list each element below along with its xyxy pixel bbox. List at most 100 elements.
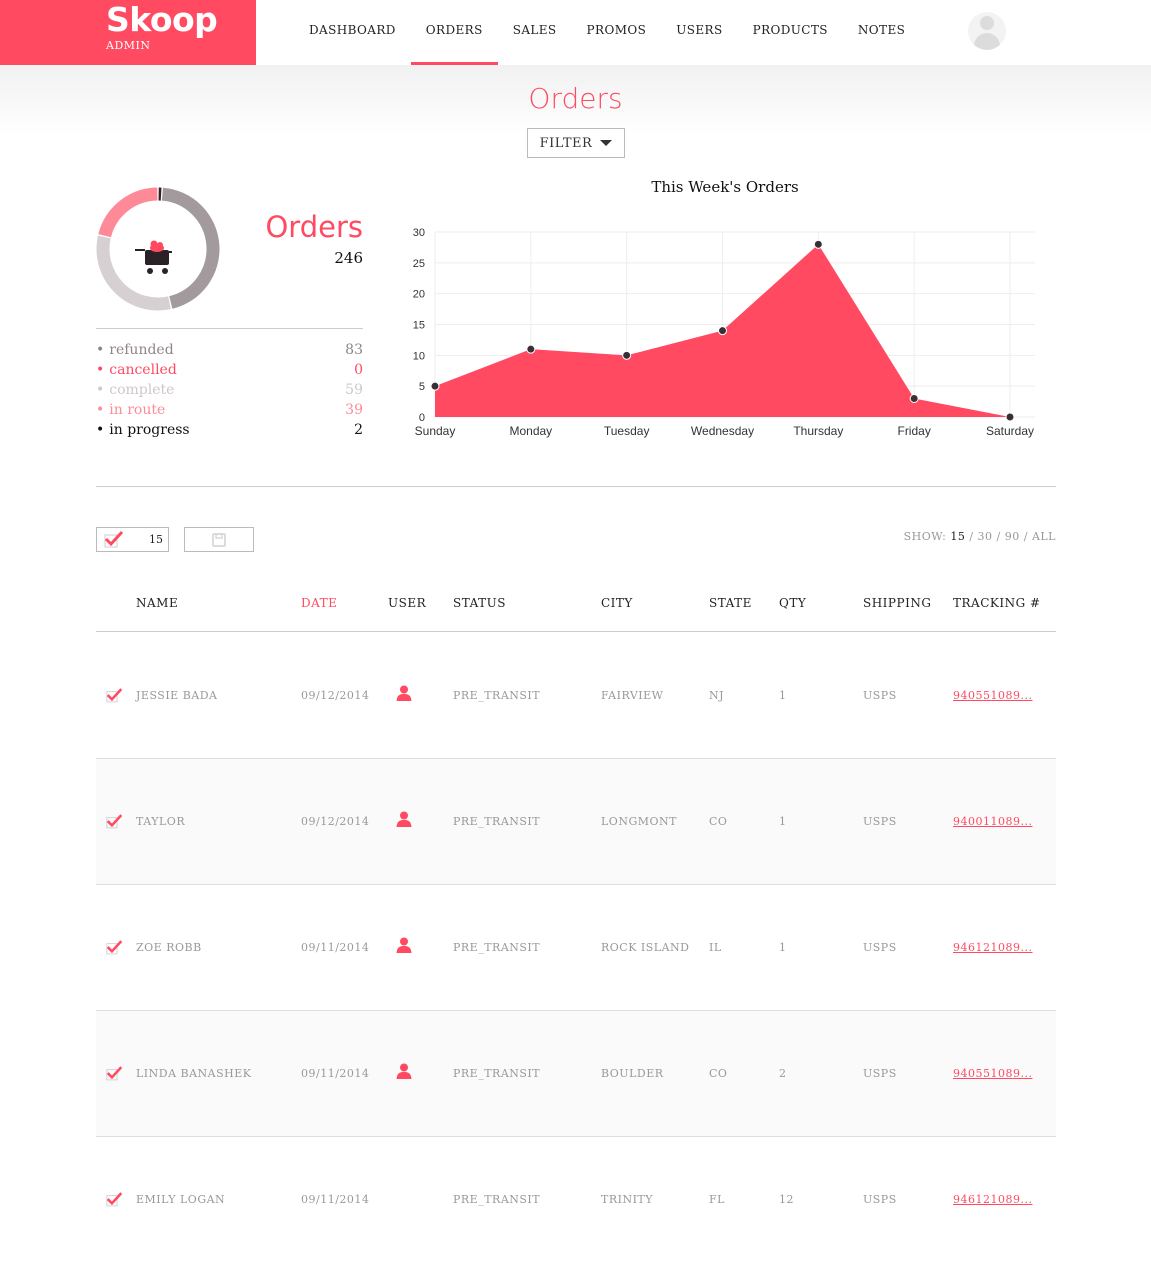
legend-row-cancelled: cancelled 0 [96,360,363,380]
brand-block[interactable]: Skoop ADMIN [0,0,256,65]
row-date: 09/12/2014 [301,815,370,828]
row-name: TAYLOR [136,815,186,828]
nav-item-products[interactable]: PRODUCTS [738,0,843,65]
brand-subtitle: ADMIN [106,39,151,52]
nav-item-orders[interactable]: ORDERS [410,0,498,65]
column-header-city[interactable]: CITY [601,596,633,610]
weekly-orders-chart: 0 5 10 15 20 25 30 Sunday Monday Tuesday Wednesday… [413,227,1035,438]
column-header-tracking[interactable]: TRACKING # [953,596,1041,610]
data-point [526,344,536,354]
donut-segment [98,187,158,238]
data-point [622,350,632,360]
data-point [813,239,823,249]
brand-logo: Skoop [106,0,218,39]
row-name: JESSIE BADA [136,689,218,702]
show-label: SHOW: [903,530,947,543]
legend-row-in-route: in route 39 [96,400,363,420]
column-header-status[interactable]: STATUS [453,596,506,610]
checkmark-icon [104,531,124,548]
row-tracking-link[interactable]: 946121089... [953,1193,1032,1206]
row-date: 09/11/2014 [301,1067,370,1080]
nav-item-users[interactable]: USERS [661,0,737,65]
legend-row-complete: complete 59 [96,380,363,400]
column-header-qty[interactable]: QTY [779,596,806,610]
nav-item-notes[interactable]: NOTES [843,0,920,65]
y-tick-label: 30 [413,227,425,239]
row-city: TRINITY [601,1193,654,1206]
show-option-all[interactable]: ALL [1032,530,1056,543]
legend-value: 59 [345,382,363,398]
table-row[interactable]: EMILY LOGAN 09/11/2014 PRE_TRANSIT TRINITY F… [96,1137,1056,1262]
column-header-date[interactable]: DATE [301,596,337,610]
user-avatar-icon[interactable] [968,12,1006,50]
row-city: FAIRVIEW [601,689,664,702]
section-divider [96,486,1056,487]
row-checkbox-checked-icon[interactable] [106,1191,123,1208]
legend-row-in-progress: in progress 2 [96,420,363,440]
row-tracking-link[interactable]: 940011089... [953,815,1032,828]
legend-value: 0 [354,362,363,378]
filter-button[interactable]: FILTER [527,128,625,158]
user-icon[interactable] [396,685,412,701]
column-header-state[interactable]: STATE [709,596,752,610]
column-header-user[interactable]: USER [388,596,426,610]
x-tick-label: Sunday [415,424,456,438]
x-tick-label: Saturday [986,424,1034,438]
row-state: CO [709,1067,728,1080]
column-header-shipping[interactable]: SHIPPING [863,596,931,610]
status-legend: refunded 83 cancelled 0 complete 59 in r… [96,340,363,440]
user-icon[interactable] [396,1063,412,1079]
row-status: PRE_TRANSIT [453,815,541,828]
row-qty: 12 [779,1193,794,1206]
legend-label: in route [96,402,165,418]
legend-value: 2 [354,422,363,438]
row-tracking-link[interactable]: 946121089... [953,941,1032,954]
row-tracking-link[interactable]: 940551089... [953,1067,1032,1080]
page-size-selector: SHOW: 15 / 30 / 90 / ALL [903,530,1056,543]
column-header-name[interactable]: NAME [136,596,178,610]
row-checkbox-checked-icon[interactable] [106,1065,123,1082]
divider [96,328,363,329]
table-header: NAME DATE USER STATUS CITY STATE QTY SHI… [96,590,1056,632]
x-tick-label: Wednesday [691,424,754,438]
show-option-30[interactable]: 30 [978,530,993,543]
show-option-15[interactable]: 15 [950,530,965,543]
user-icon[interactable] [396,811,412,827]
select-all-toggle[interactable]: 15 [96,527,169,552]
show-option-90[interactable]: 90 [1005,530,1020,543]
nav-item-sales[interactable]: SALES [498,0,572,65]
nav-item-dashboard[interactable]: DASHBOARD [294,0,411,65]
legend-label: in progress [96,422,189,438]
data-point [430,381,440,391]
row-city: BOULDER [601,1067,664,1080]
table-row[interactable]: JESSIE BADA 09/12/2014 PRE_TRANSIT FAIRVIEW… [96,633,1056,759]
y-tick-label: 10 [413,350,425,362]
table-row[interactable]: TAYLOR 09/12/2014 PRE_TRANSIT LONGMONT CO 1 US… [96,759,1056,885]
x-tick-label: Thursday [793,424,843,438]
row-shipping: USPS [863,941,897,954]
save-button[interactable] [184,527,254,552]
user-icon[interactable] [396,937,412,953]
row-city: LONGMONT [601,815,677,828]
row-checkbox-checked-icon[interactable] [106,813,123,830]
row-checkbox-checked-icon[interactable] [106,687,123,704]
page-title: Orders [528,82,623,115]
save-icon [212,532,226,547]
y-tick-label: 0 [419,412,425,424]
table-row[interactable]: ZOE ROBB 09/11/2014 PRE_TRANSIT ROCK ISLAND… [96,885,1056,1011]
filter-label: FILTER [539,135,593,151]
row-checkbox-checked-icon[interactable] [106,939,123,956]
table-row[interactable]: LINDA BANASHEK 09/11/2014 PRE_TRANSIT BOULD… [96,1011,1056,1137]
legend-row-refunded: refunded 83 [96,340,363,360]
row-state: FL [709,1193,725,1206]
row-state: IL [709,941,722,954]
row-tracking-link[interactable]: 940551089... [953,689,1032,702]
row-shipping: USPS [863,815,897,828]
row-date: 09/11/2014 [301,1193,370,1206]
nav-item-promos[interactable]: PROMOS [572,0,662,65]
x-tick-label: Tuesday [604,424,650,438]
legend-value: 39 [345,402,363,418]
stats-title: Orders [265,210,363,244]
row-status: PRE_TRANSIT [453,1193,541,1206]
selected-count: 15 [149,533,163,546]
